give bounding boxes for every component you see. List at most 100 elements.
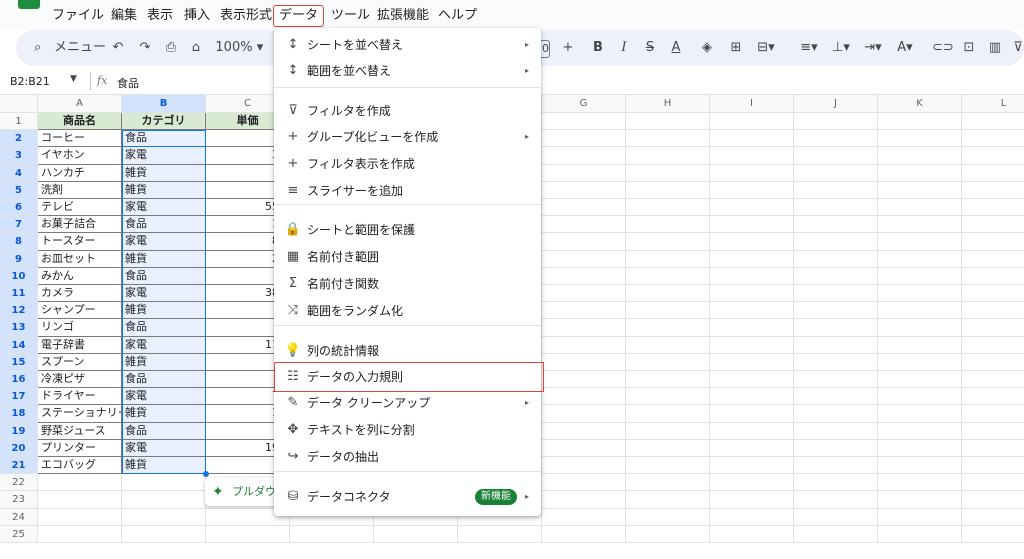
cell[interactable] [38,491,122,509]
cell[interactable]: 雑貨 [122,353,206,371]
cell[interactable] [626,113,710,131]
cell[interactable] [878,405,962,423]
cell[interactable]: 家電 [122,233,206,251]
cell[interactable] [542,267,626,285]
row-header[interactable]: 22 [0,474,38,492]
row-header[interactable]: 23 [0,491,38,509]
cell[interactable] [962,457,1024,475]
menu-insert[interactable]: 挿入 [184,8,210,24]
cell[interactable] [626,508,710,526]
cell[interactable] [710,422,794,440]
horizontal-align-icon[interactable]: ≡▾ [796,30,822,66]
row-header[interactable]: 11 [0,285,38,303]
cell[interactable] [542,181,626,199]
cell[interactable] [794,457,878,475]
name-box[interactable]: B2:B21 [10,75,50,88]
comment-icon[interactable]: ⊡ [960,30,978,66]
cell[interactable] [626,233,710,251]
cell[interactable] [542,302,626,320]
cell[interactable]: 家電 [122,336,206,354]
cell[interactable] [878,181,962,199]
cell[interactable] [962,319,1024,337]
cell[interactable]: 食品 [122,371,206,389]
cell[interactable] [794,525,878,543]
cell[interactable] [710,302,794,320]
text-wrap-icon[interactable]: ⇥▾ [860,30,886,66]
cell[interactable] [962,233,1024,251]
cell[interactable] [542,164,626,182]
cell[interactable]: 野菜ジュース [38,422,122,440]
strikethrough-icon[interactable]: S [642,30,658,66]
row-header[interactable]: 14 [0,336,38,354]
row-header[interactable]: 13 [0,319,38,337]
cell[interactable] [962,147,1024,165]
borders-icon[interactable]: ⊞ [728,30,744,66]
cell[interactable] [626,474,710,492]
cell[interactable] [458,525,542,543]
cell[interactable] [962,423,1024,440]
menu-item-column-stats[interactable]: 💡 列の統計情報 [274,338,541,364]
sheets-logo-icon[interactable] [18,0,40,9]
cell[interactable]: 雑貨 [122,405,206,423]
cell[interactable] [794,474,878,492]
cell[interactable] [878,302,962,320]
cell[interactable] [962,388,1024,406]
cell[interactable] [710,199,794,217]
cell[interactable]: 食品 [122,319,206,337]
cell[interactable] [122,474,206,492]
cell[interactable] [878,250,962,268]
menu-help[interactable]: ヘルプ [438,8,477,24]
cell[interactable] [626,302,710,320]
cell[interactable]: スプーン [38,353,122,371]
cell[interactable]: エコバッグ [38,457,122,475]
cell[interactable] [962,491,1024,509]
cell[interactable] [962,371,1024,389]
cell[interactable] [710,525,794,543]
cell[interactable] [878,285,962,303]
cell[interactable] [626,422,710,440]
cell[interactable] [626,130,710,148]
cell[interactable] [962,165,1024,182]
menu-item-sort-sheet[interactable]: ↕ シートを並べ替え ▸ [274,32,541,58]
cell[interactable] [626,285,710,303]
cell[interactable] [542,388,626,406]
font-size-increase-icon[interactable]: + [560,30,576,66]
cell[interactable] [542,525,626,543]
menu-edit[interactable]: 編集 [111,8,137,24]
cell[interactable] [878,267,962,285]
row-header[interactable]: 21 [0,457,38,475]
cell[interactable] [710,250,794,268]
cell[interactable]: 食品 [122,422,206,440]
cell[interactable] [962,251,1024,268]
cell[interactable] [542,353,626,371]
menu-tools[interactable]: ツール [331,8,370,24]
cell[interactable] [794,130,878,148]
cell[interactable]: ステーショナリー [38,405,122,423]
cell[interactable] [710,181,794,199]
cell[interactable] [206,525,290,543]
menu-item-data-cleanup[interactable]: ✎ データ クリーンアップ ▸ [274,390,541,416]
cell[interactable] [794,353,878,371]
cell[interactable]: リンゴ [38,319,122,337]
text-rotation-icon[interactable]: A▾ [892,30,918,66]
merge-cells-icon[interactable]: ⊟▾ [754,30,778,66]
row-header[interactable]: 20 [0,439,38,457]
cell[interactable] [626,439,710,457]
cell[interactable] [542,216,626,234]
menu-item-add-slicer[interactable]: ≡ スライサーを追加 [274,178,541,204]
column-header[interactable]: A [38,95,122,113]
cell[interactable]: カメラ [38,285,122,303]
cell[interactable] [710,353,794,371]
cell[interactable] [626,319,710,337]
cell[interactable] [542,113,626,131]
column-header[interactable]: I [710,95,794,113]
cell[interactable] [710,113,794,131]
cell[interactable]: お菓子詰合 [38,216,122,234]
cell[interactable] [794,233,878,251]
cell[interactable] [122,508,206,526]
cell[interactable] [962,405,1024,423]
cell[interactable] [626,371,710,389]
cell[interactable] [962,474,1024,492]
cell[interactable] [878,164,962,182]
cell[interactable]: カテゴリ [122,113,206,131]
